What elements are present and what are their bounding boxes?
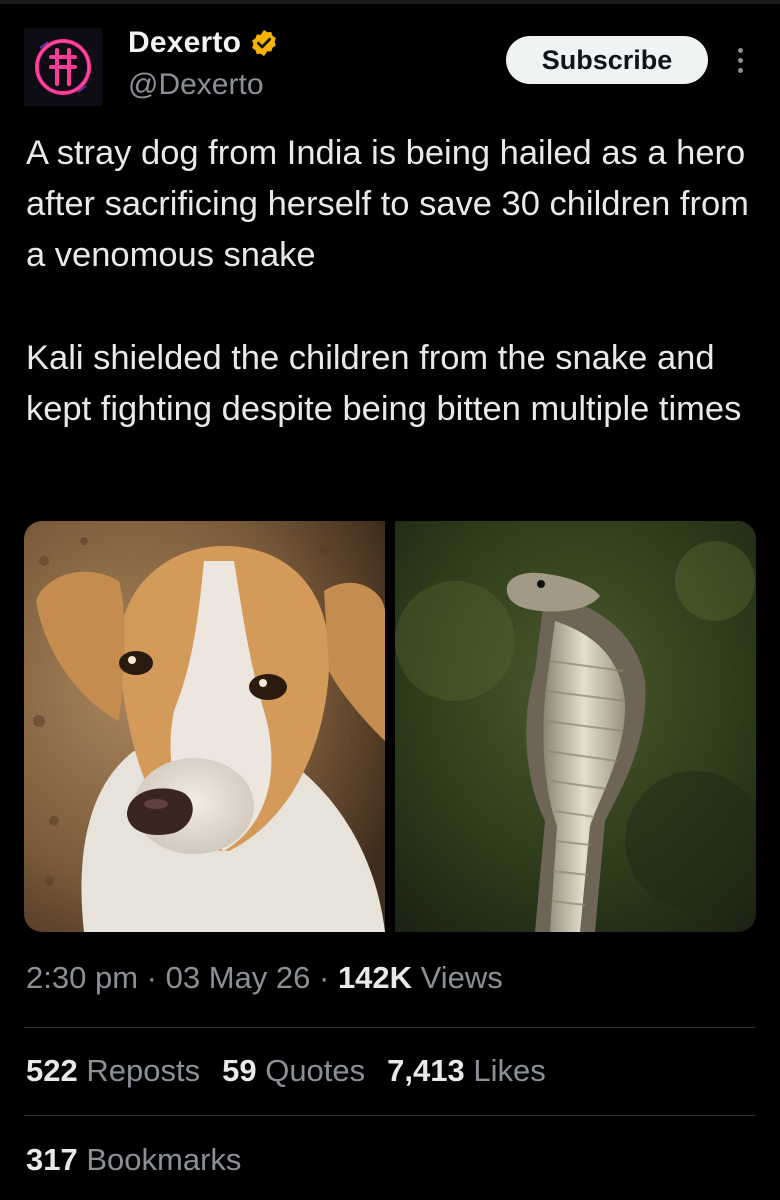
- views-label: Views: [420, 960, 503, 995]
- reposts-count: 522: [26, 1053, 78, 1088]
- tweet-paragraph-2: Kali shielded the children from the snak…: [26, 339, 742, 428]
- bookmarks-stat[interactable]: 317 Bookmarks: [26, 1142, 241, 1178]
- bookmarks-count: 317: [26, 1142, 78, 1177]
- tweet-time[interactable]: 2:30 pm: [26, 960, 138, 995]
- subscribe-button[interactable]: Subscribe: [506, 36, 708, 84]
- likes-label: Likes: [473, 1053, 546, 1088]
- author-handle[interactable]: @Dexerto: [128, 68, 264, 102]
- bookmarks-label: Bookmarks: [86, 1142, 242, 1177]
- cobra-photo[interactable]: [395, 521, 756, 932]
- meta-separator: ·: [318, 960, 330, 995]
- views-count: 142K: [337, 960, 413, 995]
- quotes-label: Quotes: [265, 1053, 366, 1088]
- divider: [24, 1027, 756, 1028]
- reposts-label: Reposts: [86, 1053, 201, 1088]
- dexerto-logo-icon: [24, 28, 102, 106]
- media-grid: [24, 521, 756, 932]
- tweet-date[interactable]: 03 May 26: [166, 960, 311, 995]
- meta-separator: ·: [146, 960, 157, 995]
- dog-photo[interactable]: [24, 521, 385, 932]
- likes-count: 7,413: [387, 1053, 465, 1088]
- likes-stat[interactable]: 7,413 Likes: [387, 1053, 546, 1089]
- author-name[interactable]: Dexerto: [128, 26, 241, 60]
- author-row[interactable]: Dexerto: [128, 26, 279, 60]
- quotes-count: 59: [222, 1053, 257, 1088]
- quotes-stat[interactable]: 59 Quotes: [222, 1053, 365, 1089]
- tweet-text: A stray dog from India is being hailed a…: [26, 128, 766, 435]
- verified-badge-icon: [252, 29, 276, 57]
- more-options-icon[interactable]: [728, 40, 752, 80]
- tweet-paragraph-1: A stray dog from India is being hailed a…: [26, 134, 749, 274]
- reposts-stat[interactable]: 522 Reposts: [26, 1053, 200, 1089]
- tweet-meta: 2:30 pm · 03 May 26 · 142K Views: [26, 960, 503, 996]
- divider: [24, 1115, 756, 1116]
- top-divider: [0, 0, 780, 4]
- engagement-stats: 522 Reposts 59 Quotes 7,413 Likes: [26, 1053, 546, 1089]
- avatar[interactable]: [24, 28, 102, 106]
